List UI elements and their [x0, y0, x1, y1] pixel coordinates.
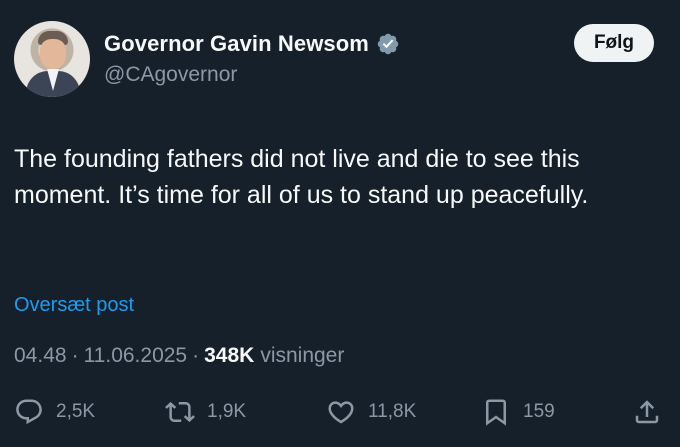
- bookmark-icon: [486, 399, 506, 426]
- bookmark-count: 159: [523, 401, 555, 422]
- author-display-name[interactable]: Governor Gavin Newsom: [104, 31, 369, 57]
- post-time[interactable]: 04.48: [14, 344, 67, 368]
- avatar[interactable]: [14, 21, 90, 97]
- reply-button[interactable]: 2,5K: [14, 397, 95, 427]
- repost-icon: [165, 401, 195, 423]
- views-count[interactable]: 348K: [204, 344, 254, 368]
- repost-button[interactable]: 1,9K: [165, 397, 246, 427]
- views-label: visninger: [260, 344, 345, 367]
- share-icon: [635, 400, 659, 424]
- post-text: The founding fathers did not live and di…: [14, 145, 589, 209]
- verified-badge-icon[interactable]: [376, 32, 400, 56]
- avatar-face: [40, 39, 66, 69]
- action-bar: 2,5K 1,9K 11,8K 159: [0, 392, 680, 432]
- author-name-row: Governor Gavin Newsom: [104, 31, 400, 57]
- author-handle[interactable]: @CAgovernor: [104, 63, 237, 87]
- post-date[interactable]: 11.06.2025: [84, 344, 188, 368]
- like-count: 11,8K: [368, 401, 417, 422]
- reply-icon: [16, 399, 42, 425]
- like-button[interactable]: 11,8K: [326, 397, 416, 427]
- translate-post-link[interactable]: Oversæt post: [14, 294, 134, 317]
- follow-button[interactable]: Følg: [574, 24, 654, 62]
- repost-count: 1,9K: [207, 401, 247, 422]
- meta-separator: ·: [71, 344, 79, 367]
- reply-count: 2,5K: [56, 401, 96, 422]
- heart-icon: [328, 401, 354, 424]
- tweet-card: Governor Gavin Newsom @CAgovernor Følg T…: [0, 0, 680, 447]
- post-meta: 04.48 · 11.06.2025 · 348K visninger: [14, 344, 344, 368]
- bookmark-button[interactable]: 159: [481, 397, 555, 427]
- share-button[interactable]: [632, 397, 662, 427]
- meta-separator: ·: [192, 344, 200, 367]
